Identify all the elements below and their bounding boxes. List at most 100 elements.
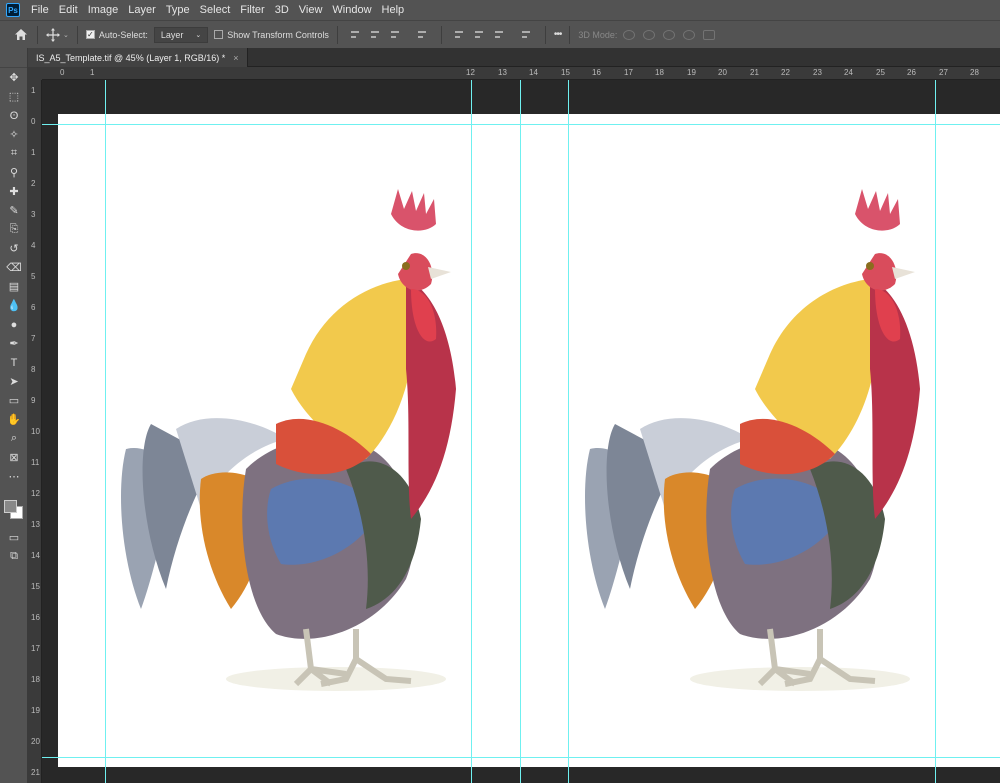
ruler-tick-label: 1 bbox=[90, 68, 95, 77]
menu-select[interactable]: Select bbox=[195, 4, 236, 16]
pan-icon[interactable] bbox=[663, 29, 676, 40]
document-title: IS_A5_Template.tif @ 45% (Layer 1, RGB/1… bbox=[36, 52, 226, 63]
ruler-tick-label: 22 bbox=[781, 68, 790, 77]
ruler-tick-label: 0 bbox=[31, 117, 36, 126]
gradient-icon[interactable]: ▤ bbox=[0, 277, 28, 296]
menu-edit[interactable]: Edit bbox=[54, 4, 83, 16]
align-middle-icon[interactable] bbox=[474, 30, 485, 40]
align-top-icon[interactable] bbox=[454, 30, 465, 40]
menu-file[interactable]: File bbox=[26, 4, 54, 16]
align-bottom-icon[interactable] bbox=[494, 30, 505, 40]
transform-controls-checkbox[interactable] bbox=[214, 30, 224, 39]
healing-icon[interactable]: ✚ bbox=[0, 182, 28, 201]
guide-vertical[interactable] bbox=[568, 80, 569, 783]
pen-icon[interactable]: ✒ bbox=[0, 334, 28, 353]
horizontal-ruler[interactable]: 01121314151617181920212223242526272829 bbox=[42, 67, 1000, 80]
document-tab[interactable]: IS_A5_Template.tif @ 45% (Layer 1, RGB/1… bbox=[28, 48, 248, 67]
move-icon[interactable]: ✥ bbox=[0, 68, 28, 87]
divider bbox=[544, 25, 546, 44]
eyedropper-icon[interactable]: ⚲ bbox=[0, 163, 28, 182]
foreground-color-swatch[interactable] bbox=[4, 500, 17, 513]
ruler-tick-label: 25 bbox=[876, 68, 885, 77]
ruler-tick-label: 19 bbox=[687, 68, 696, 77]
ruler-tick-label: 3 bbox=[31, 210, 36, 219]
menu-3d[interactable]: 3D bbox=[270, 4, 294, 16]
guide-vertical[interactable] bbox=[935, 80, 936, 783]
auto-select-checkbox[interactable]: ✓ bbox=[85, 30, 95, 39]
orbit-icon[interactable] bbox=[623, 29, 636, 40]
divider bbox=[569, 25, 571, 44]
color-swatches[interactable] bbox=[0, 492, 27, 528]
history-brush-icon[interactable]: ↺ bbox=[0, 239, 28, 258]
more-tools-icon[interactable]: ⋯ bbox=[0, 467, 28, 486]
brush-icon[interactable]: ✎ bbox=[0, 201, 28, 220]
align-center-icon[interactable] bbox=[370, 30, 381, 40]
type-icon[interactable]: T bbox=[0, 353, 28, 372]
guide-horizontal[interactable] bbox=[42, 757, 1000, 758]
magic-wand-icon[interactable]: ✧ bbox=[0, 125, 28, 144]
menu-filter[interactable]: Filter bbox=[235, 4, 269, 16]
blur-icon[interactable]: 💧 bbox=[0, 296, 28, 315]
tools-panel: ✥ ⬚ ʘ ✧ ⌗ ⚲ ✚ ✎ ⎘ ↺ ⌫ ▤ 💧 ● ✒ T ➤ ▭ ✋ ⌕ ⊠ ⋯ ▭ ⧉ bbox=[0, 48, 28, 783]
frame-icon[interactable]: ⊠ bbox=[0, 448, 28, 467]
dodge-icon[interactable]: ● bbox=[0, 315, 28, 334]
toolbar-grip[interactable] bbox=[0, 48, 27, 68]
ruler-tick-label: 23 bbox=[813, 68, 822, 77]
chevron-down-icon[interactable]: ⌄ bbox=[63, 31, 69, 39]
ruler-tick-label: 8 bbox=[31, 365, 36, 374]
ruler-tick-label: 1 bbox=[31, 86, 36, 95]
guide-vertical[interactable] bbox=[520, 80, 521, 783]
menu-layer[interactable]: Layer bbox=[123, 4, 161, 16]
ruler-tick-label: 20 bbox=[31, 737, 40, 746]
quick-mask-icon[interactable]: ▭ bbox=[0, 528, 28, 547]
ruler-tick-label: 2 bbox=[31, 179, 36, 188]
home-icon[interactable] bbox=[13, 27, 29, 43]
ruler-corner[interactable] bbox=[28, 67, 42, 80]
canvas-area[interactable] bbox=[42, 80, 1000, 783]
menu-image[interactable]: Image bbox=[83, 4, 124, 16]
ruler-tick-label: 17 bbox=[31, 644, 40, 653]
distribute-icon[interactable] bbox=[417, 30, 428, 40]
photoshop-logo-icon: Ps bbox=[6, 3, 20, 17]
camera-icon[interactable] bbox=[703, 29, 716, 40]
ruler-tick-label: 9 bbox=[31, 396, 36, 405]
hand-icon[interactable]: ✋ bbox=[0, 410, 28, 429]
document-tab-bar: IS_A5_Template.tif @ 45% (Layer 1, RGB/1… bbox=[28, 48, 1000, 67]
auto-select-label: Auto-Select: bbox=[98, 29, 148, 40]
slide-icon[interactable] bbox=[683, 29, 696, 40]
divider bbox=[37, 25, 38, 44]
ruler-tick-label: 0 bbox=[60, 68, 65, 77]
marquee-icon[interactable]: ⬚ bbox=[0, 87, 28, 106]
stamp-icon[interactable]: ⎘ bbox=[0, 220, 28, 239]
zoom-icon[interactable]: ⌕ bbox=[0, 429, 28, 448]
ruler-tick-label: 19 bbox=[31, 706, 40, 715]
menu-type[interactable]: Type bbox=[161, 4, 195, 16]
guide-vertical[interactable] bbox=[471, 80, 472, 783]
roll-icon[interactable] bbox=[643, 29, 656, 40]
eraser-icon[interactable]: ⌫ bbox=[0, 258, 28, 277]
lasso-icon[interactable]: ʘ bbox=[0, 106, 28, 125]
ruler-tick-label: 14 bbox=[31, 551, 40, 560]
more-options-button[interactable]: ••• bbox=[554, 29, 562, 40]
ruler-tick-label: 12 bbox=[31, 489, 40, 498]
guide-vertical[interactable] bbox=[105, 80, 106, 783]
distribute-vertical-icon[interactable] bbox=[521, 30, 532, 40]
auto-select-dropdown[interactable]: Layer ⌄ bbox=[153, 26, 209, 43]
menu-window[interactable]: Window bbox=[327, 4, 376, 16]
menu-view[interactable]: View bbox=[294, 4, 328, 16]
ruler-tick-label: 17 bbox=[624, 68, 633, 77]
ruler-tick-label: 10 bbox=[31, 427, 40, 436]
screen-mode-icon[interactable]: ⧉ bbox=[0, 547, 28, 566]
shape-icon[interactable]: ▭ bbox=[0, 391, 28, 410]
align-right-icon[interactable] bbox=[390, 30, 401, 40]
crop-icon[interactable]: ⌗ bbox=[0, 144, 28, 163]
ruler-tick-label: 14 bbox=[529, 68, 538, 77]
guide-horizontal[interactable] bbox=[42, 124, 1000, 125]
menu-help[interactable]: Help bbox=[377, 4, 410, 16]
path-select-icon[interactable]: ➤ bbox=[0, 372, 28, 391]
move-tool-icon[interactable]: ⌄ bbox=[46, 27, 69, 42]
document-canvas[interactable] bbox=[58, 114, 1000, 767]
align-left-icon[interactable] bbox=[350, 30, 361, 40]
close-icon[interactable]: × bbox=[233, 53, 238, 63]
vertical-ruler[interactable]: 1 0 1 2 3 4 5 6 7 8 9 10 11 12 13 14 15 16 17 18 19 20 21 bbox=[28, 80, 42, 783]
